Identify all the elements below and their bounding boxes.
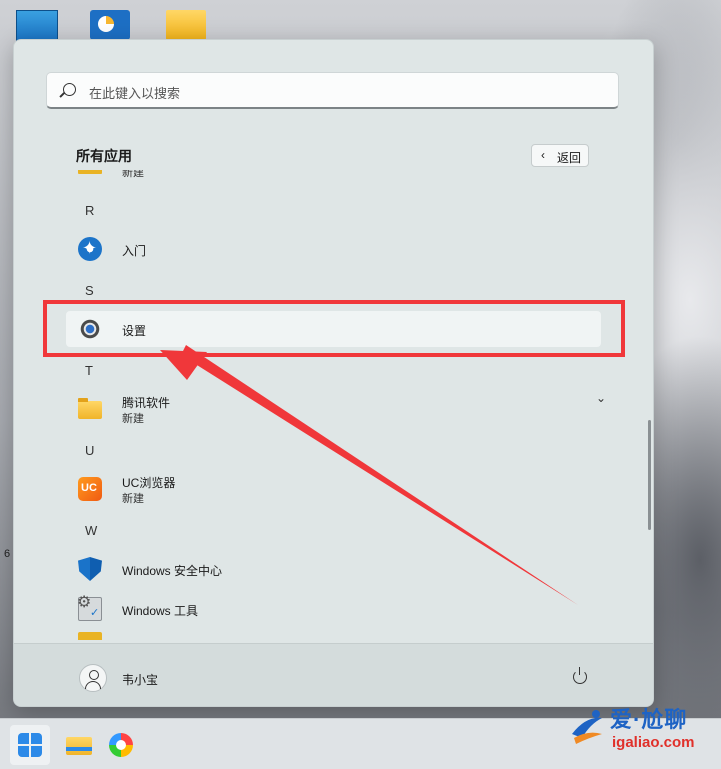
watermark-title: 爱·尬聊	[610, 707, 688, 732]
browser-icon[interactable]	[109, 733, 133, 757]
watermark-url: igaliao.com	[612, 734, 695, 751]
watermark: 爱·尬聊 igaliao.com	[560, 700, 720, 768]
annotation-arrow	[160, 345, 578, 605]
file-explorer-icon[interactable]	[66, 737, 92, 755]
watermark-logo-icon	[572, 710, 602, 744]
windows-start-icon[interactable]	[18, 733, 42, 757]
